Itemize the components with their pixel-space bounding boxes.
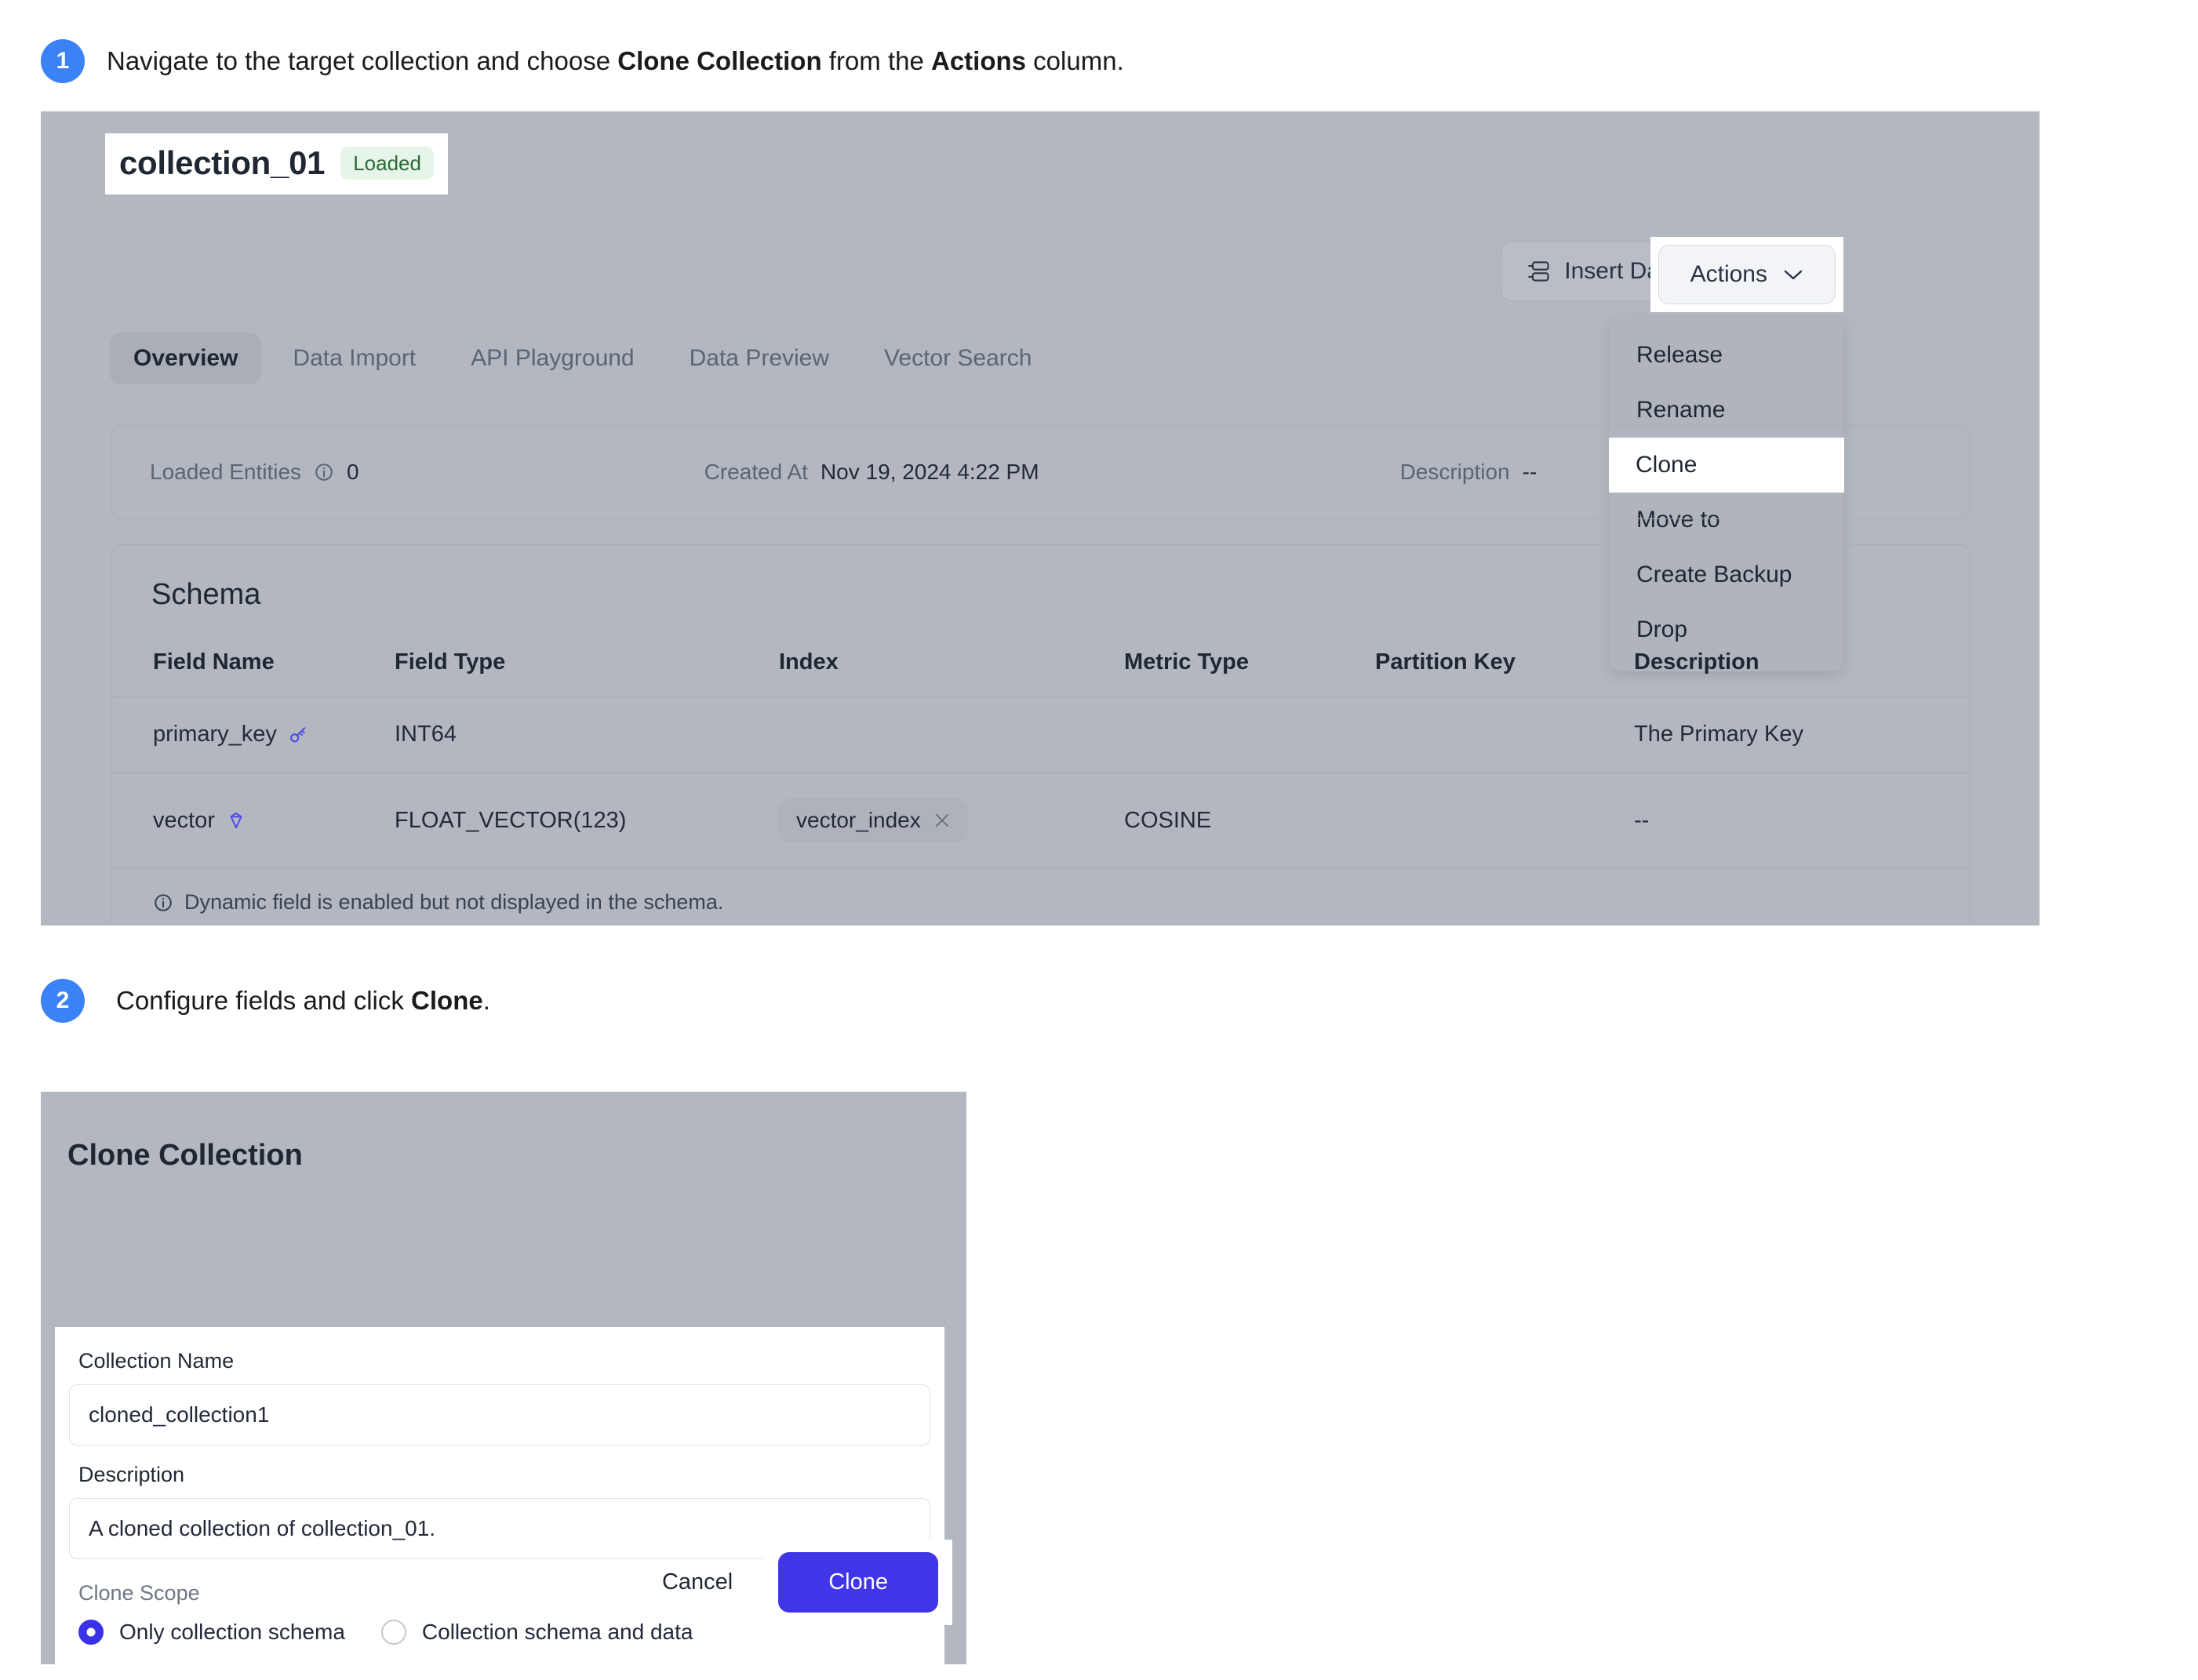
collection-name-label: Collection Name [78, 1349, 235, 1373]
step-1-text-after: column. [1026, 45, 1124, 75]
actions-highlight-box: Actions [1650, 237, 1843, 312]
step-2-instruction: 2 Configure fields and click Clone. [41, 979, 490, 1023]
description-value: -- [1522, 460, 1538, 484]
step-1-instruction: 1 Navigate to the target collection and … [41, 39, 1124, 83]
clone-collection-dialog: Clone Collection Collection Name Descrip… [41, 1092, 966, 1670]
col-header-field-name: Field Name [112, 635, 395, 696]
info-circle-icon [153, 893, 173, 913]
info-loaded-entities: Loaded Entities 0 [150, 460, 359, 485]
loaded-entities-label: Loaded Entities [150, 460, 302, 484]
collection-overview-screenshot: collection_01 Loaded Insert Data Actions [41, 111, 2040, 925]
collection-tabs: Overview Data Import API Playground Data… [110, 333, 1055, 384]
collection-header: collection_01 Loaded [41, 111, 2040, 207]
close-icon[interactable] [933, 812, 951, 829]
step-1-badge: 1 [41, 39, 85, 83]
step-2-badge: 2 [41, 979, 85, 1023]
col-header-field-type: Field Type [395, 635, 779, 696]
cell-partition-key [1375, 773, 1634, 868]
info-created-at: Created At Nov 19, 2024 4:22 PM [704, 460, 1039, 485]
info-circle-icon[interactable] [314, 462, 334, 482]
step-2-text-before: Configure fields and click [116, 985, 412, 1015]
row-field-name: vector [153, 807, 215, 833]
row-field-name: primary_key [153, 722, 277, 747]
loaded-entities-value: 0 [347, 460, 359, 484]
dialog-footer: Cancel Clone [41, 1540, 966, 1625]
actions-button[interactable]: Actions [1658, 245, 1836, 304]
cell-partition-key [1375, 696, 1634, 773]
tab-data-preview[interactable]: Data Preview [666, 333, 853, 384]
step-1-text-mid: from the [821, 45, 931, 75]
cell-metric-type: COSINE [1124, 773, 1375, 868]
collection-info-bar: Loaded Entities 0 Created At Nov 19, 202… [111, 425, 1971, 519]
step-1-text: Navigate to the target collection and ch… [107, 44, 1124, 79]
created-at-value: Nov 19, 2024 4:22 PM [820, 460, 1039, 484]
cancel-button[interactable]: Cancel [639, 1554, 756, 1611]
step-1-bold-actions: Actions [931, 45, 1027, 75]
table-row: vector FLOAT_VECTOR(123) vector_index CO… [112, 773, 1970, 868]
schema-title: Schema [151, 578, 261, 611]
menu-item-release[interactable]: Release [1610, 328, 1843, 383]
schema-table: Field Name Field Type Index Metric Type … [112, 635, 1970, 868]
chevron-down-icon [1783, 268, 1803, 281]
schema-table-header-row: Field Name Field Type Index Metric Type … [112, 635, 1970, 696]
key-icon [288, 725, 308, 745]
database-rows-icon [1528, 260, 1550, 283]
actions-button-wrap: Actions [1650, 237, 1843, 312]
index-chip[interactable]: vector_index [779, 798, 968, 842]
clone-button[interactable]: Clone [778, 1552, 938, 1613]
cell-field-type: FLOAT_VECTOR(123) [395, 773, 779, 868]
col-header-index: Index [779, 635, 1124, 696]
table-row: primary_key INT64 The Primary Key [112, 696, 1970, 773]
collection-name-input[interactable] [69, 1384, 930, 1445]
dynamic-field-note-text: Dynamic field is enabled but not display… [184, 890, 724, 914]
cell-index: vector_index [779, 773, 1124, 868]
step-2-text-after: . [482, 985, 490, 1015]
col-header-partition-key: Partition Key [1375, 635, 1634, 696]
tab-overview[interactable]: Overview [110, 333, 262, 384]
cell-metric-type [1124, 696, 1375, 773]
actions-label: Actions [1690, 261, 1767, 287]
step-1-bold-clone-collection: Clone Collection [617, 45, 822, 75]
clone-button-highlight-box: Clone [764, 1540, 952, 1625]
cell-field-type: INT64 [395, 696, 779, 773]
cell-field-name: vector [112, 773, 395, 868]
dialog-title: Clone Collection [67, 1139, 303, 1172]
info-description: Description -- [1400, 460, 1538, 485]
cell-field-name: primary_key [112, 696, 395, 773]
collection-title-highlight: collection_01 Loaded [105, 133, 448, 195]
col-header-description: Description [1634, 635, 1970, 696]
step-2-bold-clone: Clone [411, 985, 483, 1015]
status-badge: Loaded [340, 147, 434, 180]
cell-index [779, 696, 1124, 773]
tab-vector-search[interactable]: Vector Search [861, 333, 1055, 384]
step-2-text: Configure fields and click Clone. [116, 984, 490, 1019]
dialog-description-label: Description [78, 1463, 185, 1486]
cell-description: -- [1634, 773, 1970, 868]
collection-name: collection_01 [119, 144, 326, 181]
created-at-label: Created At [704, 460, 808, 484]
description-label: Description [1399, 460, 1510, 484]
dynamic-field-note: Dynamic field is enabled but not display… [112, 868, 1970, 915]
col-header-metric-type: Metric Type [1124, 635, 1375, 696]
vector-icon [226, 810, 246, 831]
index-chip-label: vector_index [796, 808, 921, 832]
page-root: 1 Navigate to the target collection and … [0, 0, 2198, 1680]
schema-card: Schema Field Name Field Type Index Metri… [111, 544, 1971, 925]
tab-api-playground[interactable]: API Playground [447, 333, 657, 384]
tab-data-import[interactable]: Data Import [269, 333, 439, 384]
cell-description: The Primary Key [1634, 696, 1970, 773]
step-1-text-before: Navigate to the target collection and ch… [107, 45, 618, 75]
